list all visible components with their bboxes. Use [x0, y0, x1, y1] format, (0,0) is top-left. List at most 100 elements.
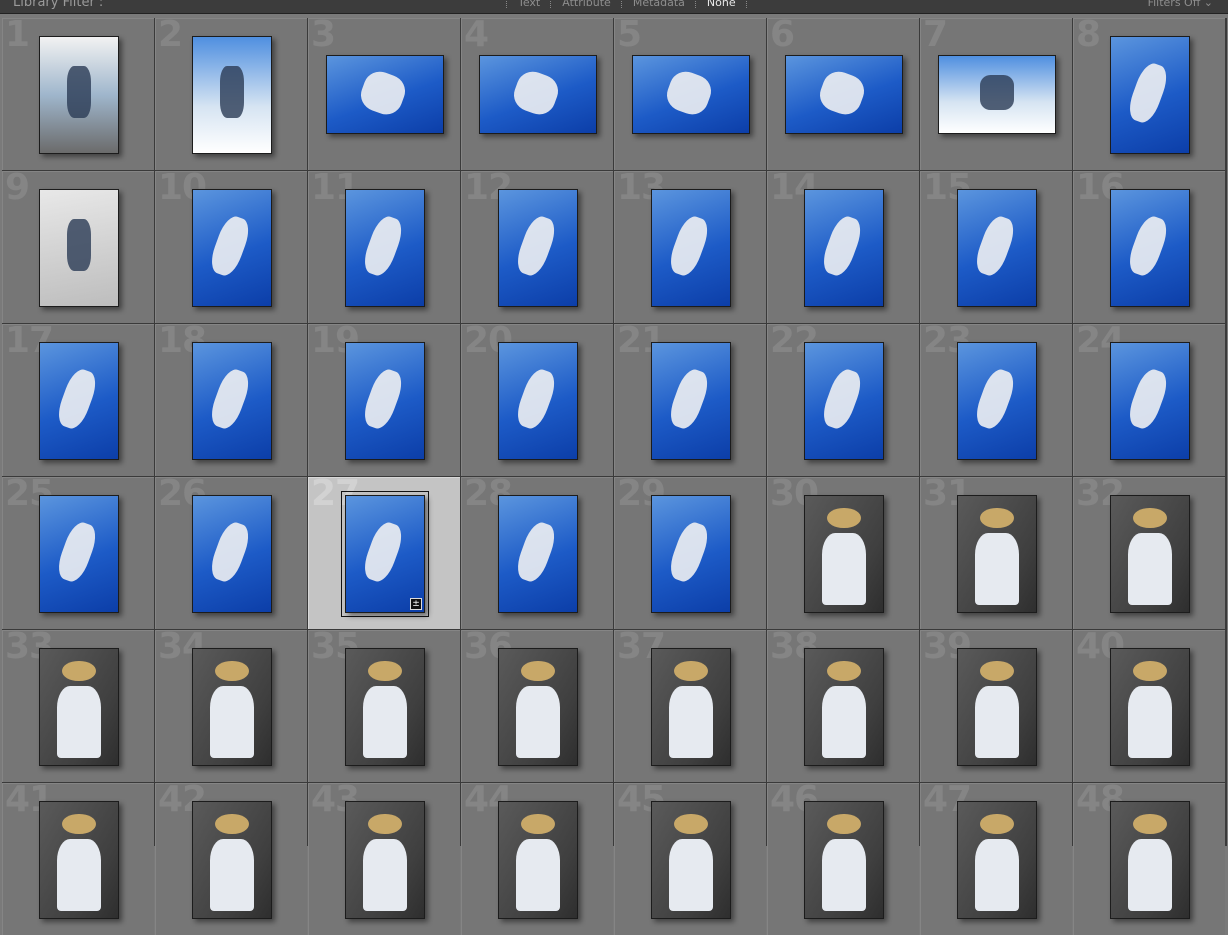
grid-cell[interactable]: 43	[308, 783, 460, 935]
grid-cell[interactable]: 6	[767, 18, 919, 170]
photo-thumbnail[interactable]	[326, 55, 444, 134]
grid-cell[interactable]: 33	[2, 630, 154, 782]
photo-thumbnail[interactable]	[479, 55, 597, 134]
grid-cell[interactable]: 23	[920, 324, 1072, 476]
filter-option-attribute[interactable]: Attribute	[562, 0, 611, 10]
filter-option-metadata[interactable]: Metadata	[633, 0, 685, 10]
grid-cell[interactable]: 22	[767, 324, 919, 476]
photo-thumbnail[interactable]	[192, 495, 272, 613]
grid-cell[interactable]: 36	[461, 630, 613, 782]
adjustments-badge-icon[interactable]: ±	[410, 598, 422, 610]
photo-thumbnail[interactable]	[785, 55, 903, 134]
photo-thumbnail[interactable]	[651, 495, 731, 613]
grid-cell[interactable]: 27 ±	[308, 477, 460, 629]
photo-thumbnail[interactable]	[957, 189, 1037, 307]
photo-thumbnail[interactable]	[345, 648, 425, 766]
photo-thumbnail[interactable]	[804, 342, 884, 460]
photo-thumbnail[interactable]	[498, 189, 578, 307]
grid-cell[interactable]: 46	[767, 783, 919, 935]
photo-thumbnail[interactable]	[192, 342, 272, 460]
photo-thumbnail[interactable]	[192, 648, 272, 766]
grid-cell[interactable]: 26	[155, 477, 307, 629]
photo-thumbnail[interactable]	[1110, 342, 1190, 460]
photo-thumbnail[interactable]	[192, 801, 272, 919]
photo-thumbnail[interactable]	[632, 55, 750, 134]
grid-cell[interactable]: 5	[614, 18, 766, 170]
grid-cell[interactable]: 4	[461, 18, 613, 170]
grid-cell[interactable]: 13	[614, 171, 766, 323]
photo-thumbnail[interactable]	[498, 342, 578, 460]
photo-thumbnail[interactable]	[804, 801, 884, 919]
photo-thumbnail[interactable]	[39, 648, 119, 766]
photo-thumbnail[interactable]	[651, 648, 731, 766]
photo-thumbnail[interactable]	[957, 801, 1037, 919]
grid-cell[interactable]: 14	[767, 171, 919, 323]
grid-cell[interactable]: 30	[767, 477, 919, 629]
grid-cell[interactable]: 8	[1073, 18, 1225, 170]
photo-thumbnail[interactable]	[1110, 648, 1190, 766]
grid-cell[interactable]: 7	[920, 18, 1072, 170]
grid-cell[interactable]: 41	[2, 783, 154, 935]
grid-cell[interactable]: 9	[2, 171, 154, 323]
grid-cell[interactable]: 17	[2, 324, 154, 476]
grid-cell[interactable]: 39	[920, 630, 1072, 782]
photo-thumbnail[interactable]	[498, 648, 578, 766]
photo-thumbnail[interactable]	[938, 55, 1056, 134]
photo-thumbnail[interactable]	[1110, 36, 1190, 154]
grid-cell[interactable]: 40	[1073, 630, 1225, 782]
grid-cell[interactable]: 21	[614, 324, 766, 476]
grid-cell[interactable]: 37	[614, 630, 766, 782]
photo-thumbnail[interactable]	[1110, 495, 1190, 613]
photo-thumbnail[interactable]	[192, 189, 272, 307]
filter-option-text[interactable]: Text	[518, 0, 540, 10]
grid-cell[interactable]: 12	[461, 171, 613, 323]
grid-cell[interactable]: 2	[155, 18, 307, 170]
grid-cell[interactable]: 16	[1073, 171, 1225, 323]
grid-cell[interactable]: 42	[155, 783, 307, 935]
grid-cell[interactable]: 15	[920, 171, 1072, 323]
photo-thumbnail[interactable]	[498, 495, 578, 613]
photo-thumbnail[interactable]	[651, 801, 731, 919]
photo-thumbnail[interactable]	[957, 648, 1037, 766]
grid-cell[interactable]: 31	[920, 477, 1072, 629]
filters-off-dropdown[interactable]: Filters Off ⌄	[1148, 0, 1213, 10]
grid-cell[interactable]: 11	[308, 171, 460, 323]
grid-cell[interactable]: 48	[1073, 783, 1225, 935]
photo-thumbnail[interactable]	[804, 495, 884, 613]
photo-thumbnail[interactable]	[39, 342, 119, 460]
photo-thumbnail[interactable]	[39, 189, 119, 307]
filter-option-none[interactable]: None	[707, 0, 736, 10]
grid-cell[interactable]: 10	[155, 171, 307, 323]
grid-cell[interactable]: 35	[308, 630, 460, 782]
photo-thumbnail[interactable]	[345, 801, 425, 919]
photo-thumbnail[interactable]	[1110, 189, 1190, 307]
grid-cell[interactable]: 45	[614, 783, 766, 935]
photo-thumbnail[interactable]	[192, 36, 272, 154]
photo-thumbnail[interactable]	[345, 189, 425, 307]
grid-cell[interactable]: 18	[155, 324, 307, 476]
photo-thumbnail[interactable]	[651, 189, 731, 307]
photo-thumbnail[interactable]	[39, 36, 119, 154]
grid-cell[interactable]: 34	[155, 630, 307, 782]
grid-cell[interactable]: 28	[461, 477, 613, 629]
photo-thumbnail[interactable]	[804, 648, 884, 766]
grid-cell[interactable]: 47	[920, 783, 1072, 935]
grid-cell[interactable]: 38	[767, 630, 919, 782]
photo-thumbnail[interactable]	[804, 189, 884, 307]
grid-cell[interactable]: 29	[614, 477, 766, 629]
grid-cell[interactable]: 3	[308, 18, 460, 170]
photo-thumbnail[interactable]	[651, 342, 731, 460]
photo-thumbnail[interactable]	[957, 342, 1037, 460]
photo-thumbnail[interactable]	[498, 801, 578, 919]
photo-thumbnail[interactable]	[957, 495, 1037, 613]
grid-cell[interactable]: 24	[1073, 324, 1225, 476]
grid-cell[interactable]: 32	[1073, 477, 1225, 629]
grid-cell[interactable]: 44	[461, 783, 613, 935]
photo-thumbnail[interactable]	[1110, 801, 1190, 919]
photo-thumbnail[interactable]	[345, 342, 425, 460]
grid-cell[interactable]: 25	[2, 477, 154, 629]
grid-cell[interactable]: 19	[308, 324, 460, 476]
grid-cell[interactable]: 20	[461, 324, 613, 476]
photo-thumbnail[interactable]	[39, 495, 119, 613]
photo-thumbnail[interactable]	[39, 801, 119, 919]
